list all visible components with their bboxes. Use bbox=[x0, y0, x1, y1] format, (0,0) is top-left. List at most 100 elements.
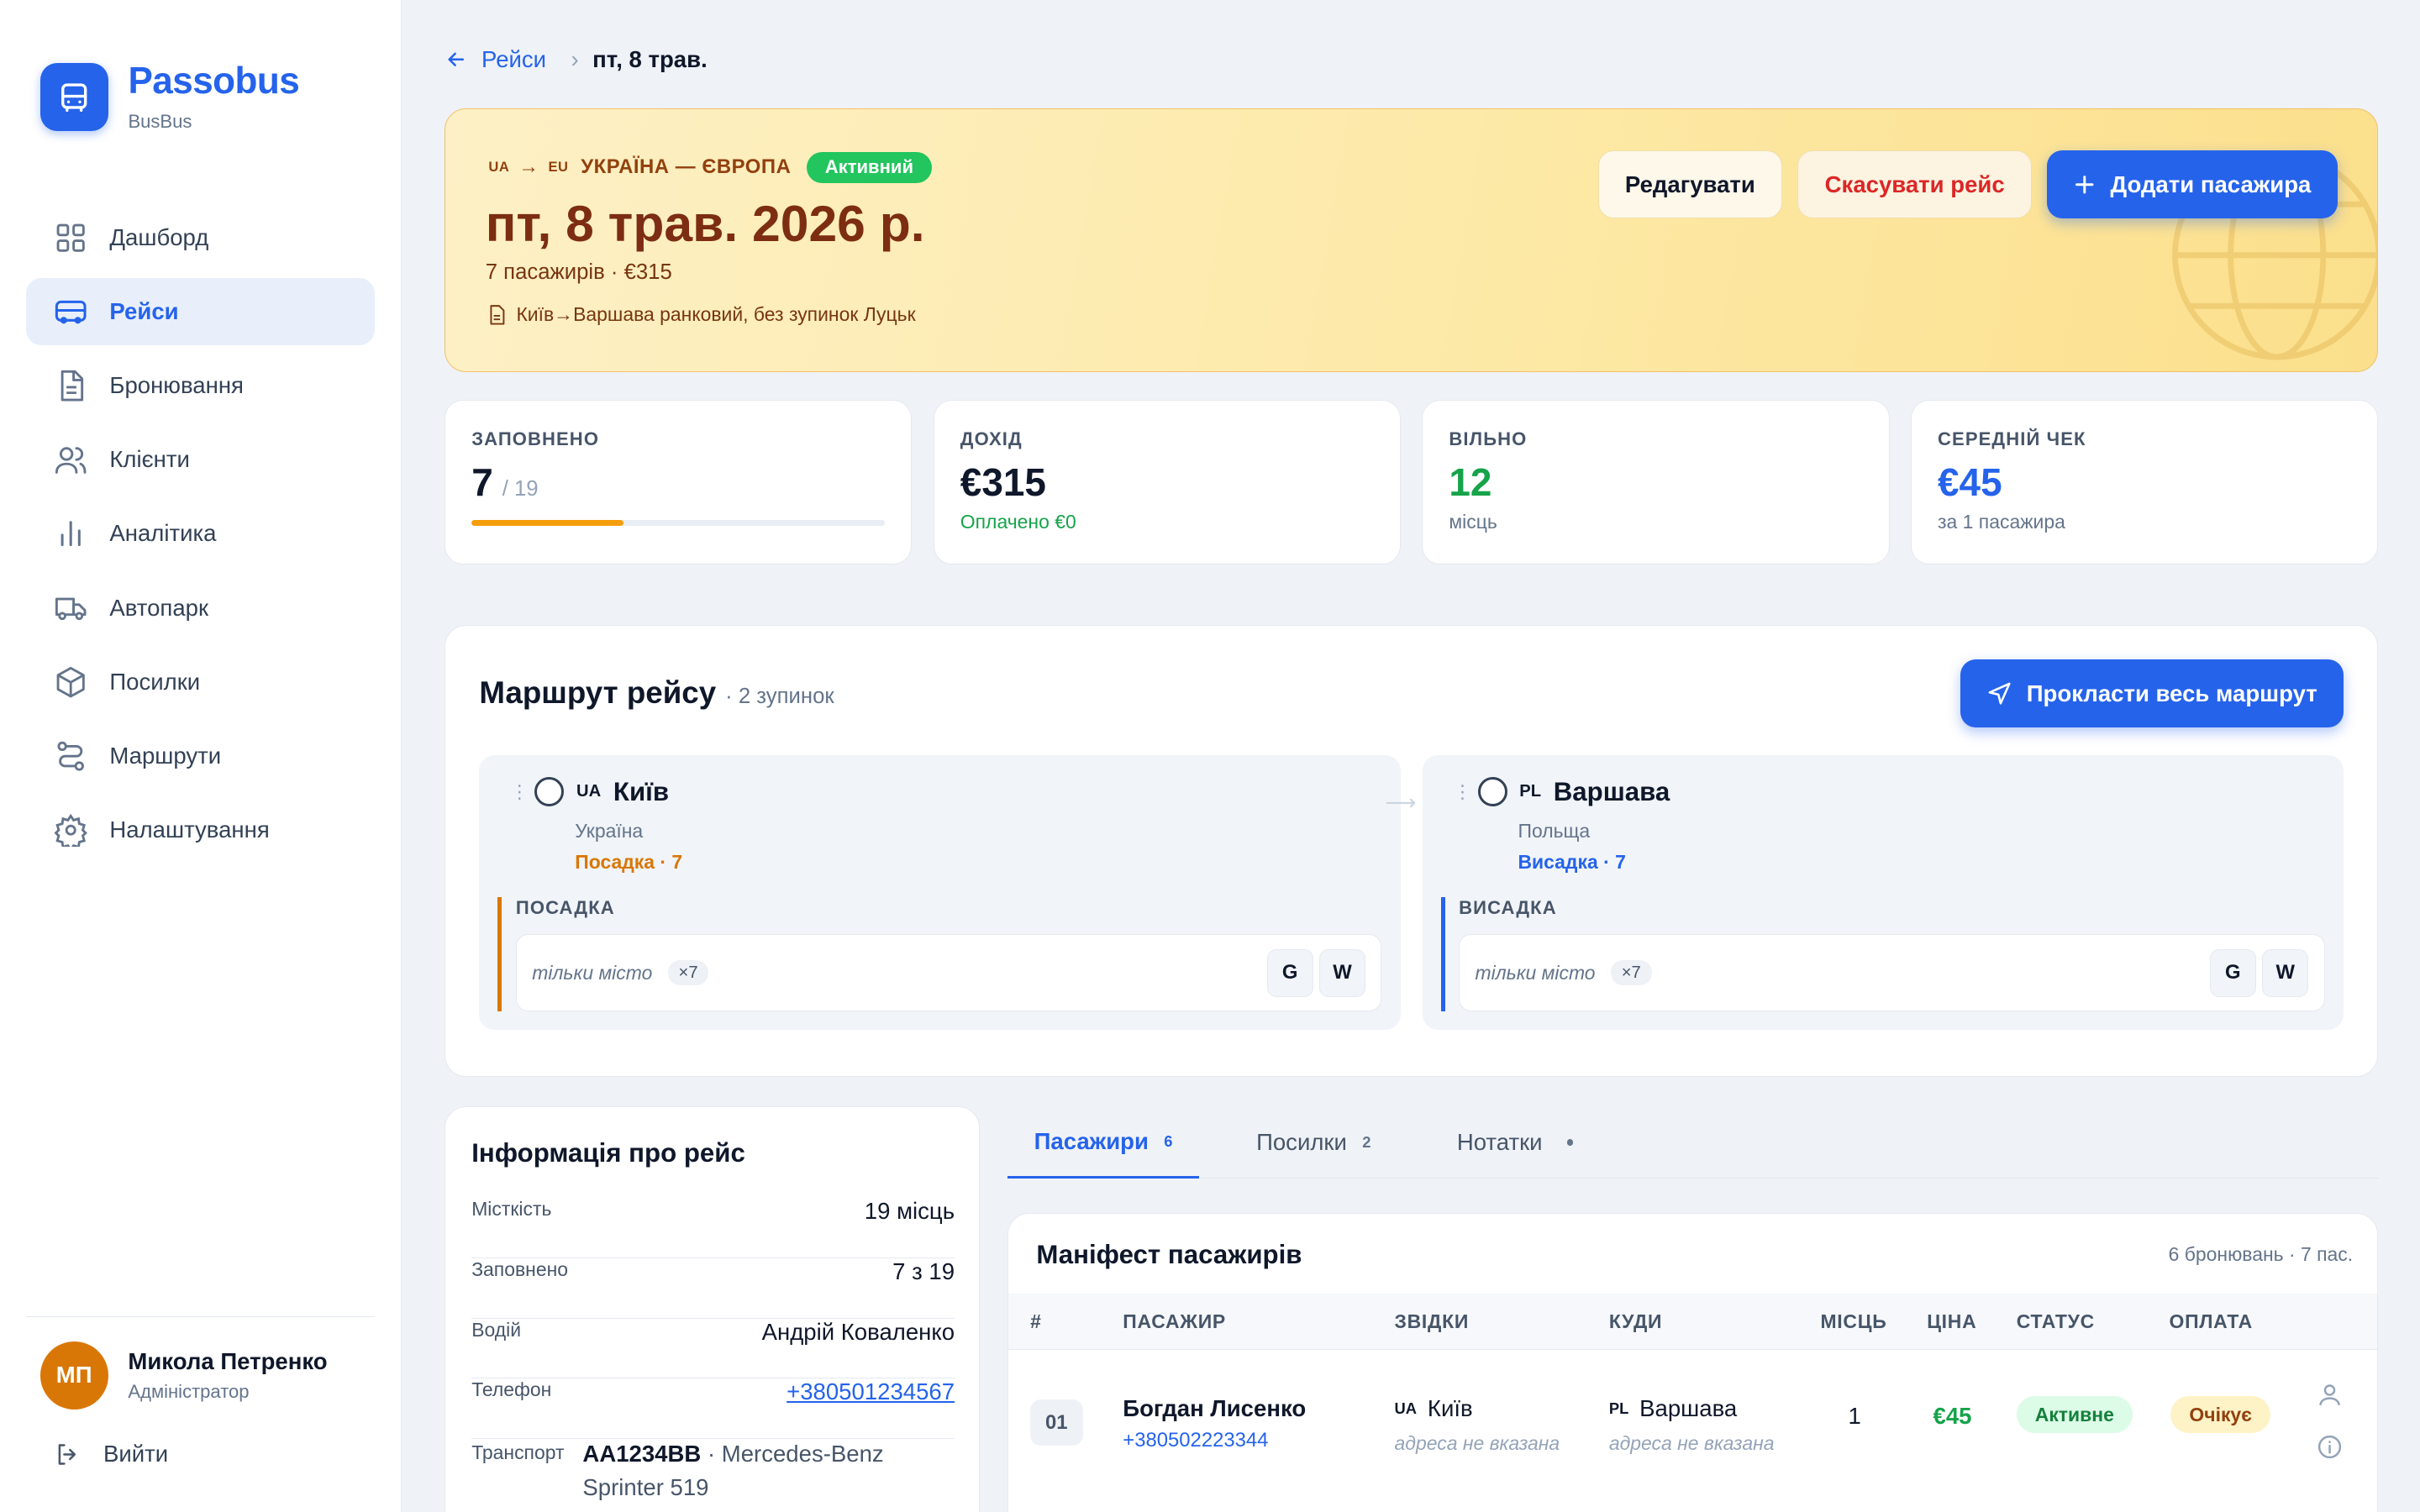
passenger-name[interactable]: Богдан Лисенко bbox=[1123, 1395, 1306, 1422]
truck-icon bbox=[55, 598, 87, 621]
trip-note: Київ→Варшава ранковий, без зупинок Луцьк bbox=[486, 303, 916, 326]
stat-sub: за 1 пасажира bbox=[1938, 511, 2065, 533]
table-row[interactable]: 01 Богдан Лисенко +380502223344 UA Київ … bbox=[1008, 1349, 2378, 1497]
passenger-phone[interactable]: +380502223344 bbox=[1123, 1429, 1268, 1452]
stat-capacity: / 19 bbox=[502, 476, 539, 501]
from-city: UA Київ bbox=[1395, 1395, 1473, 1422]
breadcrumb-back-link[interactable]: Рейси bbox=[445, 46, 546, 73]
trip-info-title: Інформація про рейс bbox=[471, 1137, 745, 1168]
column-header: # bbox=[1030, 1310, 1042, 1333]
sidebar-nav: Дашборд Рейси Бронювання Клієнти Аналіти… bbox=[26, 203, 376, 869]
breadcrumb-back-label: Рейси bbox=[481, 46, 547, 73]
breadcrumb: Рейси › пт, 8 трав. bbox=[445, 46, 708, 73]
trip-info-card: Інформація про рейс Місткість 19 місць З… bbox=[444, 1105, 981, 1512]
country-code: PL bbox=[1608, 1399, 1629, 1417]
sidebar-item-fleet[interactable]: Автопарк bbox=[26, 574, 375, 642]
sidebar-item-label: Аналітика bbox=[109, 520, 217, 547]
stop-radio[interactable] bbox=[534, 777, 565, 807]
vehicle-plate: AA1234BB bbox=[582, 1440, 702, 1467]
stat-value: €315 bbox=[960, 459, 1046, 504]
tab-parcels[interactable]: Посилки 2 bbox=[1230, 1106, 1397, 1179]
info-value: 7 з 19 bbox=[892, 1257, 955, 1284]
google-maps-button[interactable]: G bbox=[1266, 948, 1313, 997]
stat-label: ВІЛЬНО bbox=[1449, 428, 1528, 449]
tab-notes[interactable]: Нотатки bbox=[1431, 1106, 1600, 1179]
stat-label: ДОХІД bbox=[960, 428, 1023, 449]
info-key: Телефон bbox=[471, 1378, 552, 1401]
logout-icon bbox=[58, 1443, 76, 1465]
user-panel: МП Микола Петренко Адміністратор Вийти bbox=[26, 1315, 376, 1468]
sidebar-item-label: Налаштування bbox=[109, 816, 270, 843]
logout-button[interactable]: Вийти bbox=[26, 1441, 375, 1468]
bus-icon bbox=[55, 300, 87, 324]
column-header: ОПЛАТА bbox=[2169, 1310, 2253, 1333]
info-row-phone: Телефон +380501234567 bbox=[471, 1378, 955, 1439]
waze-button[interactable]: W bbox=[2262, 948, 2309, 997]
app-name: Passobus bbox=[128, 60, 300, 102]
route-icon bbox=[57, 741, 85, 771]
edit-button[interactable]: Редагувати bbox=[1597, 150, 1783, 218]
trip-route-label: УКРАЇНА — ЄВРОПА bbox=[581, 155, 792, 179]
sidebar-item-trips[interactable]: Рейси bbox=[26, 277, 376, 346]
stop-point-row[interactable]: тільки місто ×7 G W bbox=[515, 934, 1382, 1012]
drag-handle-icon[interactable]: ⋮ bbox=[1453, 783, 1471, 801]
waze-button[interactable]: W bbox=[1319, 948, 1366, 997]
google-maps-button[interactable]: G bbox=[2209, 948, 2256, 997]
sidebar-item-clients[interactable]: Клієнти bbox=[26, 426, 375, 494]
sidebar-item-routes[interactable]: Маршрути bbox=[26, 722, 375, 790]
build-route-button[interactable]: Прокласти весь маршрут bbox=[1960, 659, 2344, 728]
route-card: Маршрут рейсу · 2 зупинок Прокласти весь… bbox=[444, 624, 2379, 1077]
trip-meta: 7 пасажирів · €315 bbox=[485, 260, 672, 284]
stop-action: Висадка · 7 bbox=[1518, 851, 1626, 874]
tab-passengers[interactable]: Пасажири 6 bbox=[1007, 1106, 1199, 1179]
column-header: ЗВІДКИ bbox=[1394, 1310, 1470, 1333]
note-icon bbox=[490, 304, 505, 325]
stat-income: ДОХІД €315 Оплачено €0 bbox=[933, 399, 1402, 565]
column-header: СТАТУС bbox=[2016, 1310, 2095, 1333]
sidebar-item-label: Бронювання bbox=[109, 372, 244, 399]
trip-date-title: пт, 8 трав. 2026 р. bbox=[485, 194, 925, 252]
info-value: Андрій Коваленко bbox=[761, 1318, 955, 1345]
unread-dot bbox=[1566, 1139, 1574, 1146]
status-badge: Активне bbox=[2016, 1396, 2133, 1434]
chart-icon bbox=[60, 521, 82, 547]
stop-city: Варшава bbox=[1553, 776, 1670, 806]
country-code: UA bbox=[1394, 1399, 1418, 1417]
sidebar-item-bookings[interactable]: Бронювання bbox=[26, 352, 375, 420]
drag-handle-icon[interactable]: ⋮ bbox=[510, 783, 529, 801]
sidebar-item-analytics[interactable]: Аналітика bbox=[26, 500, 375, 568]
column-header: КУДИ bbox=[1608, 1310, 1663, 1333]
add-passenger-label: Додати пасажира bbox=[2110, 171, 2312, 197]
sidebar-item-dashboard[interactable]: Дашборд bbox=[26, 203, 375, 271]
column-header: ПАСАЖИР bbox=[1123, 1310, 1226, 1333]
trip-header-card: UA → EU УКРАЇНА — ЄВРОПА Активний пт, 8 … bbox=[444, 108, 2379, 372]
stop-point-row[interactable]: тільки місто ×7 G W bbox=[1459, 934, 2325, 1012]
build-route-label: Прокласти весь маршрут bbox=[2026, 680, 2317, 706]
fill-progress-bar bbox=[471, 520, 886, 527]
cancel-trip-button[interactable]: Скасувати рейс bbox=[1797, 150, 2032, 218]
route-stop-destination[interactable]: ⋮ PL Варшава Польща Висадка · 7 ВИСАДКА … bbox=[1422, 755, 2344, 1031]
user-profile-icon[interactable] bbox=[2316, 1381, 2344, 1409]
boarding-section: ПОСАДКА тільки місто ×7 G W bbox=[497, 897, 1382, 1012]
from-address: адреса не вказана bbox=[1394, 1431, 1560, 1454]
driver-phone-link[interactable]: +380501234567 bbox=[786, 1378, 955, 1438]
user-name: Микола Петренко bbox=[128, 1347, 328, 1374]
sidebar: Passobus BusBus Дашборд Рейси Бронювання… bbox=[0, 0, 402, 1512]
stat-average: СЕРЕДНІЙ ЧЕК €45 за 1 пасажира bbox=[1910, 399, 2379, 565]
stop-radio[interactable] bbox=[1477, 777, 1507, 807]
stop-country-code: UA bbox=[576, 782, 602, 801]
logout-label: Вийти bbox=[103, 1441, 169, 1467]
stat-free: ВІЛЬНО 12 місць bbox=[1422, 399, 1890, 565]
sidebar-item-settings[interactable]: Налаштування bbox=[26, 796, 375, 864]
navigation-icon bbox=[1988, 682, 2011, 705]
info-row-filled: Заповнено 7 з 19 bbox=[471, 1258, 955, 1319]
app-logo[interactable]: Passobus BusBus bbox=[39, 60, 300, 133]
stop-country: Україна bbox=[575, 820, 644, 843]
info-icon[interactable] bbox=[2316, 1433, 2344, 1461]
to-address: адреса не вказана bbox=[1608, 1431, 1775, 1454]
user-profile[interactable]: МП Микола Петренко Адміністратор bbox=[26, 1341, 375, 1410]
route-stop-origin[interactable]: ⋮ UA Київ Україна Посадка · 7 ПОСАДКА ті… bbox=[479, 755, 1401, 1031]
add-passenger-button[interactable]: Додати пасажира bbox=[2047, 150, 2338, 218]
stat-value: 12 bbox=[1449, 459, 1492, 504]
sidebar-item-parcels[interactable]: Посилки bbox=[26, 648, 375, 716]
